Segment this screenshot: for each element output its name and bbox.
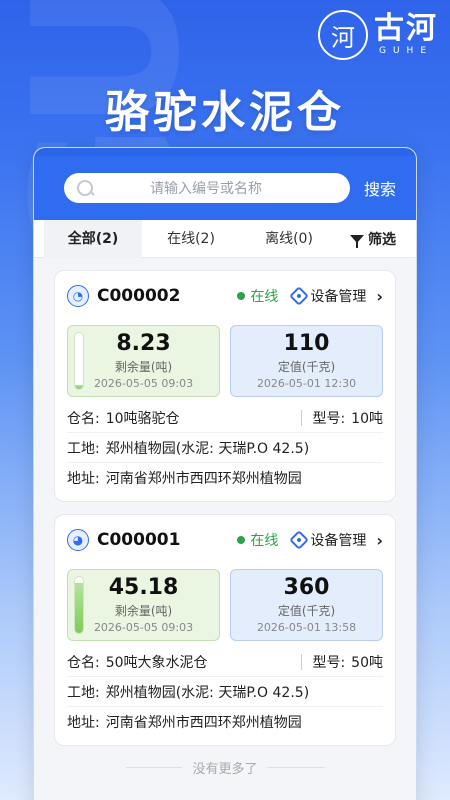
silo-name: 50吨大象水泥仓 <box>105 654 208 671</box>
silo-name: 10吨骆驼仓 <box>105 410 180 427</box>
address-row: 地址: 河南省郑州市西四环郑州植物园 <box>67 707 383 737</box>
setpoint-stat: 110 定值(千克) 2026-05-01 12:30 <box>230 325 383 397</box>
filter-tabs: 全部(2) 在线(2) 离线(0) 筛选 <box>34 219 416 258</box>
remaining-gauge <box>74 332 84 390</box>
site-value: 郑州植物园(水泥: 天瑞P.O 42.5) <box>105 440 310 457</box>
setpoint-label: 定值(千克) <box>277 604 336 619</box>
filter-label: 筛选 <box>368 231 396 248</box>
silo-row: 仓名: 10吨骆驼仓 型号: 10吨 <box>67 403 383 433</box>
search-icon <box>76 179 94 197</box>
setpoint-time: 2026-05-01 13:58 <box>256 621 357 635</box>
tab-offline[interactable]: 离线(0) <box>240 220 338 258</box>
status-badge: 在线 <box>237 286 278 306</box>
settings-hex-icon <box>289 530 310 550</box>
remaining-label: 剩余量(吨) <box>114 360 173 375</box>
elephant-icon: ◕ <box>67 529 89 551</box>
brand-logo: 河 古河 GUHE <box>318 10 438 60</box>
remaining-time: 2026-05-05 09:03 <box>93 621 194 635</box>
address-value: 河南省郑州市西四环郑州植物园 <box>105 715 302 731</box>
silo-row: 仓名: 50吨大象水泥仓 型号: 50吨 <box>67 647 383 677</box>
search-bar: 请输入编号或名称 搜索 <box>34 156 416 220</box>
hero-title: 骆驼水泥仓 <box>105 87 345 138</box>
chevron-right-icon: › <box>376 530 383 550</box>
online-dot-icon <box>237 536 246 544</box>
setpoint-time: 2026-05-01 12:30 <box>256 377 357 391</box>
search-button[interactable]: 搜索 <box>364 176 404 200</box>
device-card[interactable]: ◔ C000002 在线 设备管理 › 8.23 剩余量(吨) 2026-05- <box>54 270 396 502</box>
end-of-list-text: 没有更多了 <box>192 762 258 777</box>
tab-online[interactable]: 在线(2) <box>142 220 240 258</box>
remaining-value: 8.23 <box>116 330 171 356</box>
settings-hex-icon <box>289 286 310 306</box>
tab-all[interactable]: 全部(2) <box>44 219 142 258</box>
brand-name-en: GUHE <box>378 46 433 56</box>
brand-name-cn: 古河 <box>374 11 438 46</box>
remaining-label: 剩余量(吨) <box>114 604 173 619</box>
setpoint-value: 360 <box>283 574 330 600</box>
model-value: 10吨 <box>351 410 383 427</box>
end-of-list: 没有更多了 <box>54 758 396 777</box>
setpoint-value: 110 <box>283 330 330 356</box>
search-placeholder: 请输入编号或名称 <box>150 181 262 197</box>
phone-screen: 请输入编号或名称 搜索 全部(2) 在线(2) 离线(0) 筛选 ◔ C0000… <box>33 147 417 800</box>
site-row: 工地: 郑州植物园(水泥: 天瑞P.O 42.5) <box>67 677 383 707</box>
online-dot-icon <box>237 292 246 300</box>
device-manage-link[interactable]: 设备管理 › <box>289 530 383 550</box>
site-row: 工地: 郑州植物园(水泥: 天瑞P.O 42.5) <box>67 433 383 463</box>
device-id: C000002 <box>97 286 181 306</box>
filter-button[interactable]: 筛选 <box>350 229 396 249</box>
device-manage-link[interactable]: 设备管理 › <box>289 286 383 306</box>
funnel-icon <box>350 234 364 248</box>
search-input[interactable]: 请输入编号或名称 <box>64 173 350 203</box>
camel-icon: ◔ <box>67 285 89 307</box>
setpoint-stat: 360 定值(千克) 2026-05-01 13:58 <box>230 569 383 641</box>
status-badge: 在线 <box>237 530 278 550</box>
remaining-gauge <box>74 576 84 634</box>
remaining-time: 2026-05-05 09:03 <box>93 377 194 391</box>
model-value: 50吨 <box>351 654 383 671</box>
site-value: 郑州植物园(水泥: 天瑞P.O 42.5) <box>105 684 310 701</box>
device-card[interactable]: ◕ C000001 在线 设备管理 › 45.18 剩余量(吨) 2026-05 <box>54 514 396 746</box>
address-row: 地址: 河南省郑州市西四环郑州植物园 <box>67 463 383 493</box>
seal-icon: 河 <box>318 10 368 60</box>
device-id: C000001 <box>97 530 181 550</box>
remaining-stat: 8.23 剩余量(吨) 2026-05-05 09:03 <box>67 325 220 397</box>
remaining-value: 45.18 <box>108 574 179 600</box>
address-value: 河南省郑州市西四环郑州植物园 <box>105 471 302 487</box>
setpoint-label: 定值(千克) <box>277 360 336 375</box>
remaining-stat: 45.18 剩余量(吨) 2026-05-05 09:03 <box>67 569 220 641</box>
device-list: ◔ C000002 在线 设备管理 › 8.23 剩余量(吨) 2026-05- <box>34 258 416 777</box>
chevron-right-icon: › <box>376 286 383 306</box>
